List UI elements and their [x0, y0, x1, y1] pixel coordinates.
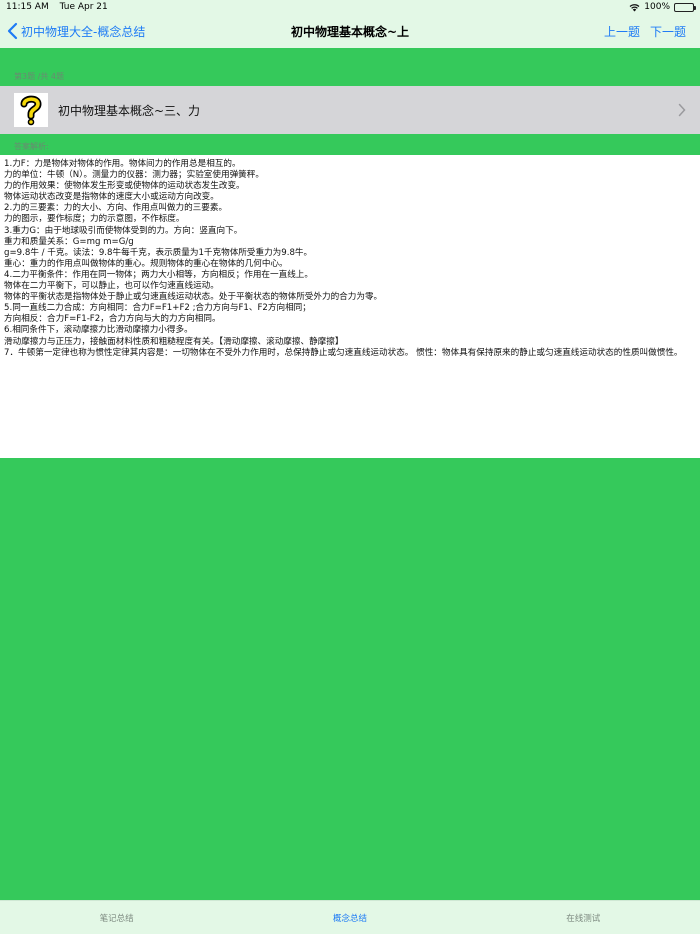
question-mark-icon [14, 93, 48, 127]
answer-line: 1.力F：力是物体对物体的作用。物体间力的作用总是相互的。 [4, 159, 241, 169]
nav-right-buttons: 上一题 下一题 [604, 14, 686, 48]
answer-line: 7．牛顿第一定律也称为惯性定律其内容是：一切物体在不受外力作用时，总保持静止或匀… [4, 347, 683, 358]
status-left: 11:15 AM Tue Apr 21 [6, 2, 116, 12]
chevron-right-icon [678, 103, 686, 117]
question-row[interactable]: 初中物理基本概念~三、力 [0, 86, 700, 134]
previous-question-button[interactable]: 上一题 [604, 23, 640, 40]
status-right: 100% [629, 2, 696, 12]
answer-line: 力的图示，要作标度；力的示意图，不作标度。 [4, 214, 185, 225]
answer-line: 重力和质量关系：G=mg m=G/g [4, 236, 134, 247]
battery-percent: 100% [644, 2, 670, 12]
answer-line: 方向相反：合力F=F1-F2，合力方向与大的力方向相同。 [4, 314, 221, 325]
answer-line: 滑动摩擦力与正压力，接触面材料性质和粗糙程度有关。【滑动摩擦、滚动摩擦、静摩擦】 [4, 336, 344, 347]
tab-notes-summary[interactable]: 笔记总结 [0, 912, 233, 924]
answer-line: 6.相同条件下，滚动摩擦力比滑动摩擦力小得多。 [4, 325, 193, 336]
tab-online-test[interactable]: 在线测试 [467, 912, 700, 924]
next-question-button[interactable]: 下一题 [650, 23, 686, 40]
answer-content: 1.力F：力是物体对物体的作用。物体间力的作用总是相互的。 力的单位：牛顿（N）… [0, 155, 700, 458]
answer-line: 物体运动状态改变是指物体的速度大小或运动方向改变。 [4, 192, 219, 203]
back-button[interactable]: 初中物理大全-概念总结 [6, 14, 145, 48]
tab-concept-summary[interactable]: 概念总结 [233, 912, 466, 924]
answer-line: g=9.8牛 / 千克。读法：9.8牛每千克，表示质量为1千克物体所受重力为9.… [4, 247, 313, 258]
answer-line: 2.力的三要素：力的大小、方向、作用点叫做力的三要素。 [4, 203, 228, 214]
back-button-label: 初中物理大全-概念总结 [21, 24, 146, 39]
status-bar: 11:15 AM Tue Apr 21 100% [0, 0, 700, 14]
question-counter: 第3题 /共 4题 [14, 72, 64, 81]
answer-line: 物体的平衡状态是指物体处于静止或匀速直线运动状态。处于平衡状态的物体所受外力的合… [4, 292, 383, 303]
answer-line: 力的作用效果：使物体发生形变或使物体的运动状态发生改变。 [4, 181, 245, 192]
answer-line: 重心：重力的作用点叫做物体的重心。规则物体的重心在物体的几何中心。 [4, 258, 288, 269]
answer-header: 答案解析: [14, 142, 49, 151]
tab-bar: 笔记总结 概念总结 在线测试 [0, 900, 700, 934]
question-mark-glyph [20, 95, 42, 126]
answer-line: 物体在二力平衡下，可以静止，也可以作匀速直线运动。 [4, 281, 219, 292]
chevron-left-icon [7, 22, 18, 40]
battery-icon [674, 2, 696, 12]
status-time: 11:15 AM [6, 2, 49, 12]
answer-line: 力的单位：牛顿（N）。测量力的仪器：测力器；实验室使用弹簧秤。 [4, 170, 264, 181]
answer-line: 3.重力G：由于地球吸引而使物体受到的力。方向：竖直向下。 [4, 225, 243, 236]
status-date: Tue Apr 21 [59, 2, 108, 12]
answer-line: 4.二力平衡条件：作用在同一物体；两力大小相等，方向相反；作用在一直线上。 [4, 269, 313, 280]
wifi-icon [629, 3, 640, 11]
question-title: 初中物理基本概念~三、力 [58, 103, 201, 118]
navigation-bar: 初中物理大全-概念总结 初中物理基本概念~上 上一题 下一题 [0, 14, 700, 48]
answer-line: 5.同一直线二力合成：方向相同：合力F=F1+F2 ;合力方向与F1、F2方向相… [4, 303, 311, 314]
